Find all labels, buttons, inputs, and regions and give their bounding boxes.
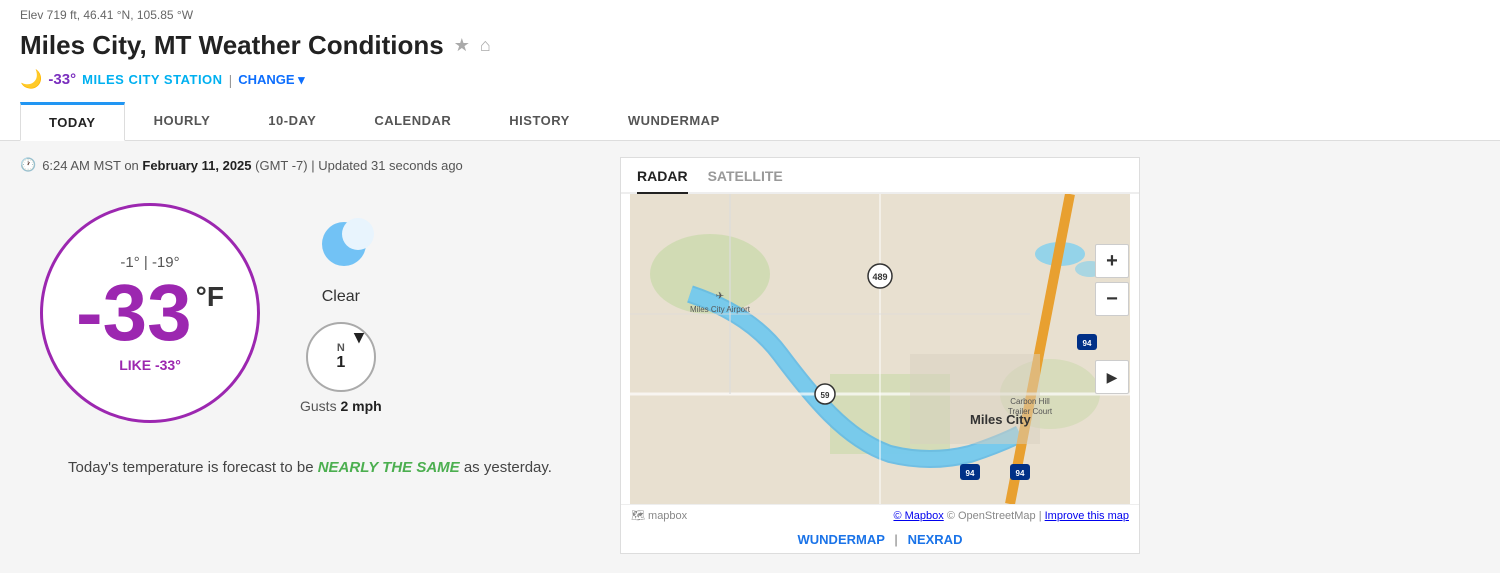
svg-text:94: 94 xyxy=(1016,469,1025,478)
elevation-info: Elev 719 ft, 46.41 °N, 105.85 °W xyxy=(20,8,1480,26)
moon-icon: 🌙 xyxy=(20,69,42,90)
left-panel: 🕐 6:24 AM MST on February 11, 2025 (GMT … xyxy=(20,157,600,554)
map-footer: 🗺 mapbox © Mapbox © OpenStreetMap | Impr… xyxy=(621,504,1139,526)
forecast-text: Today's temperature is forecast to be NE… xyxy=(20,457,600,480)
main-nav: TODAY HOURLY 10-DAY CALENDAR HISTORY WUN… xyxy=(20,102,1480,140)
improve-map-link[interactable]: Improve this map xyxy=(1045,510,1129,522)
svg-text:Trailer Court: Trailer Court xyxy=(1008,407,1053,416)
svg-text:94: 94 xyxy=(1083,339,1092,348)
feels-like: LIKE -33° xyxy=(119,357,181,373)
svg-text:Carbon Hill: Carbon Hill xyxy=(1010,397,1050,406)
zoom-out-button[interactable]: − xyxy=(1095,282,1129,316)
clear-moon-icon xyxy=(306,212,376,282)
map-panel: RADAR SATELLITE xyxy=(620,157,1140,554)
change-station-button[interactable]: CHANGE ▾ xyxy=(238,72,305,88)
home-icon[interactable]: ⌂ xyxy=(480,35,491,56)
temperature-circle: -1° | -19° -33°F LIKE -33° xyxy=(40,203,260,423)
time-text: 6:24 AM MST on February 11, 2025 (GMT -7… xyxy=(42,158,463,173)
svg-text:Miles City Airport: Miles City Airport xyxy=(690,305,751,314)
play-animation-button[interactable]: ▶ xyxy=(1095,360,1129,394)
tab-10day[interactable]: 10-DAY xyxy=(239,102,345,140)
map-container: ✈ Miles City Airport 489 59 94 94 94 Mil… xyxy=(621,194,1139,504)
condition-text: Clear xyxy=(322,288,360,306)
map-attribution: © Mapbox © OpenStreetMap | Improve this … xyxy=(893,510,1129,522)
tab-satellite[interactable]: SATELLITE xyxy=(708,168,783,194)
svg-text:489: 489 xyxy=(872,272,887,282)
map-bottom-links: WUNDERMAP | NEXRAD xyxy=(621,526,1139,553)
clock-icon: 🕐 xyxy=(20,157,36,173)
svg-text:94: 94 xyxy=(966,469,975,478)
forecast-highlight: NEARLY THE SAME xyxy=(318,459,460,476)
wind-speed: 1 xyxy=(336,354,345,372)
weather-display: -1° | -19° -33°F LIKE -33° Clear xyxy=(20,193,600,433)
map-svg: ✈ Miles City Airport 489 59 94 94 94 Mil… xyxy=(621,194,1139,504)
condition-panel: Clear Miles City N 1 ▲ Gusts 2 mph xyxy=(300,212,382,414)
wind-compass: Miles City N 1 ▲ xyxy=(306,322,376,392)
main-temperature: -33°F xyxy=(76,273,224,353)
page-title: Miles City, MT Weather Conditions xyxy=(20,30,444,61)
tab-radar[interactable]: RADAR xyxy=(637,168,688,194)
station-temp: -33° xyxy=(48,71,76,88)
map-tabs: RADAR SATELLITE xyxy=(621,158,1139,194)
mapbox-link[interactable]: © Mapbox xyxy=(893,510,943,522)
gusts-info: Gusts 2 mph xyxy=(300,398,382,414)
mapbox-logo: 🗺 mapbox xyxy=(631,509,687,522)
tab-history[interactable]: HISTORY xyxy=(480,102,599,140)
wundermap-link[interactable]: WUNDERMAP xyxy=(798,532,885,547)
zoom-in-button[interactable]: + xyxy=(1095,244,1129,278)
svg-text:59: 59 xyxy=(821,391,830,400)
time-info: 🕐 6:24 AM MST on February 11, 2025 (GMT … xyxy=(20,157,600,173)
tab-today[interactable]: TODAY xyxy=(20,102,125,141)
station-name: MILES CITY STATION xyxy=(82,72,222,87)
map-controls: + − ▶ xyxy=(1095,244,1129,394)
tab-hourly[interactable]: HOURLY xyxy=(125,102,240,140)
wind-arrow-icon: ▲ xyxy=(350,328,368,349)
separator: | xyxy=(229,72,233,88)
svg-text:✈: ✈ xyxy=(716,291,724,302)
tab-wundermap[interactable]: WUNDERMAP xyxy=(599,102,749,140)
weather-icon-area: Clear xyxy=(306,212,376,306)
nexrad-link[interactable]: NEXRAD xyxy=(908,532,963,547)
tab-calendar[interactable]: CALENDAR xyxy=(345,102,480,140)
wind-north-label: N xyxy=(337,342,345,354)
favorite-icon[interactable]: ★ xyxy=(454,35,470,56)
